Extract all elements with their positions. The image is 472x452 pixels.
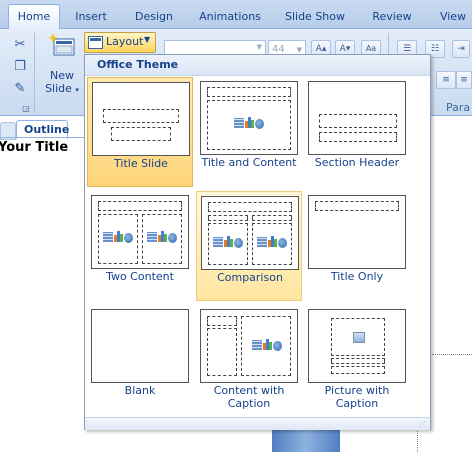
new-slide-icon: [48, 33, 75, 56]
clipboard-group: ✂ ❐ ✎ ◲: [0, 33, 32, 119]
layout-thumbnail: [201, 196, 299, 270]
dialog-launcher-icon[interactable]: ◲: [18, 101, 34, 117]
layout-caption-multiline: Picture with Caption: [324, 384, 390, 410]
layout-icon: [88, 36, 103, 49]
tab-design[interactable]: Design: [128, 8, 180, 26]
picture-icon: [353, 332, 365, 343]
ribbon-tab-bar: Home Insert Design Animations Slide Show…: [0, 0, 472, 30]
layout-gallery: Office Theme Title Slide Title and Conte…: [84, 54, 431, 430]
paragraph-group-label: Para: [446, 101, 471, 114]
content-icons: [234, 115, 264, 131]
layout-thumbnail: [200, 81, 298, 155]
cut-icon[interactable]: ✂: [12, 37, 28, 53]
layout-content-with-caption[interactable]: Content with Caption: [196, 305, 302, 415]
tab-review[interactable]: Review: [364, 8, 420, 26]
layout-section-header[interactable]: Section Header: [304, 77, 410, 187]
layout-blank[interactable]: Blank: [87, 305, 193, 415]
align-justify-icon[interactable]: ≡: [436, 71, 456, 89]
chevron-down-icon[interactable]: ▼: [257, 43, 262, 51]
layout-title-and-content[interactable]: Title and Content: [196, 77, 302, 187]
resize-grip-icon[interactable]: ⋰: [419, 420, 427, 428]
layout-two-content[interactable]: Two Content: [87, 191, 193, 301]
tab-slide-show[interactable]: Slide Show: [280, 8, 350, 26]
layout-thumbnail: [308, 195, 406, 269]
outline-slide-title[interactable]: Your Title: [0, 140, 68, 155]
layout-thumbnail: [200, 309, 298, 383]
layout-thumbnail: [91, 195, 189, 269]
layout-button[interactable]: Layout ▼: [84, 32, 156, 53]
group-divider: [34, 33, 35, 113]
layout-title-only[interactable]: Title Only: [304, 191, 410, 301]
align-right-icon[interactable]: ≡: [456, 71, 472, 89]
format-painter-icon[interactable]: ✎: [12, 81, 28, 97]
layout-thumbnail: [308, 81, 406, 155]
copy-icon[interactable]: ❐: [12, 59, 28, 75]
slide-graphic: [272, 430, 340, 452]
new-slide-label: New Slide ▾: [45, 69, 79, 95]
layout-thumbnail: [92, 82, 190, 156]
indent-icon[interactable]: ⇥: [452, 40, 470, 58]
gallery-header: Office Theme: [85, 55, 430, 76]
pane-divider: [0, 137, 86, 138]
layout-thumbnail: [308, 309, 406, 383]
new-slide-button[interactable]: New Slide ▾: [40, 31, 84, 99]
layout-picture-with-caption[interactable]: Picture with Caption: [304, 305, 410, 415]
layout-thumbnail: [91, 309, 189, 383]
slide-placeholder-border: [432, 354, 472, 355]
tab-insert[interactable]: Insert: [68, 8, 114, 26]
tab-home[interactable]: Home: [8, 4, 60, 30]
gallery-resize-bar[interactable]: ⋰: [85, 417, 430, 430]
tab-animations[interactable]: Animations: [194, 8, 266, 26]
chevron-down-icon: ▼: [144, 35, 151, 44]
layout-title-slide[interactable]: Title Slide: [87, 77, 193, 187]
layout-comparison[interactable]: Comparison: [196, 191, 302, 301]
layout-caption-multiline: Content with Caption: [213, 384, 285, 410]
tab-view[interactable]: View: [434, 8, 472, 26]
